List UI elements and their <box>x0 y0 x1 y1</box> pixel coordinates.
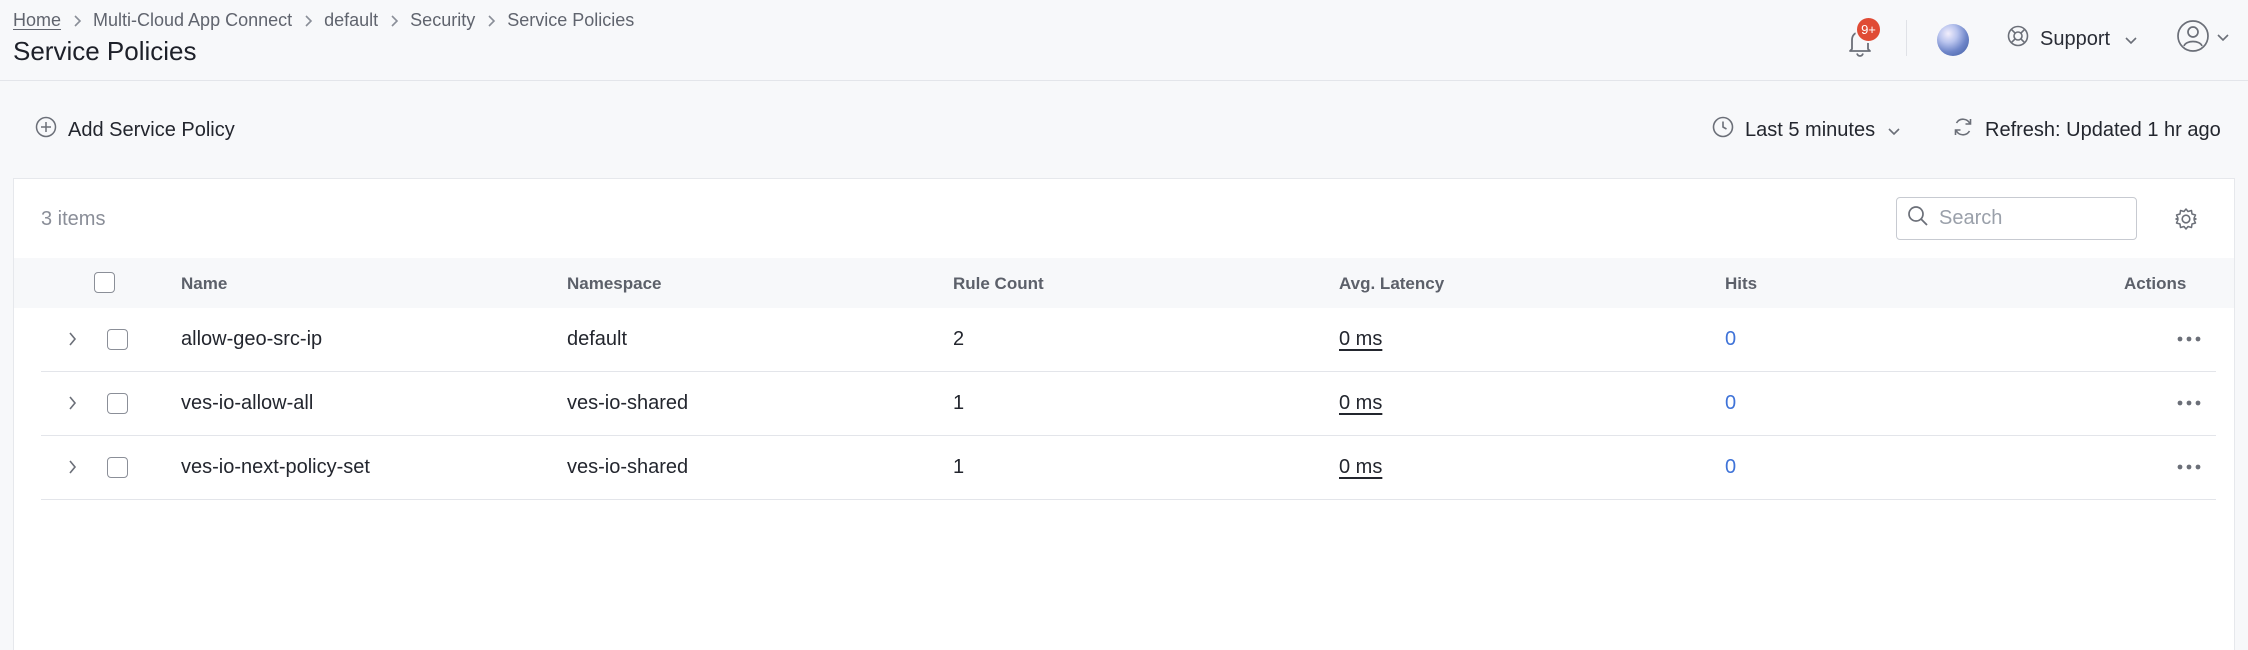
table-row[interactable]: allow-geo-src-ip default 2 0 ms 0 <box>41 308 2216 372</box>
policy-rule-count: 2 <box>953 328 965 350</box>
column-header-rule-count[interactable]: Rule Count <box>953 274 1044 294</box>
policy-rule-count: 1 <box>953 392 965 414</box>
page-title: Service Policies <box>13 36 197 66</box>
select-all-checkbox[interactable] <box>94 272 115 293</box>
lifebuoy-icon <box>2006 24 2030 54</box>
breadcrumb-security[interactable]: Security <box>410 10 475 31</box>
breadcrumb-home[interactable]: Home <box>13 10 61 31</box>
column-header-actions: Actions <box>2124 274 2187 293</box>
row-checkbox[interactable] <box>107 393 128 414</box>
column-header-name[interactable]: Name <box>181 274 227 294</box>
chevron-right-icon[interactable] <box>62 392 84 414</box>
policy-avg-latency[interactable]: 0 ms <box>1339 456 1382 479</box>
search-icon <box>1907 205 1929 232</box>
time-range-label: Last 5 minutes <box>1745 118 1876 141</box>
refresh-icon <box>1951 115 1975 145</box>
plus-circle-icon <box>34 115 58 145</box>
more-actions-icon[interactable] <box>2174 392 2204 414</box>
add-service-policy-label: Add Service Policy <box>68 118 235 141</box>
breadcrumb-namespace[interactable]: default <box>324 10 378 31</box>
policy-namespace: default <box>567 328 628 350</box>
search-input[interactable] <box>1939 207 2119 230</box>
more-actions-icon[interactable] <box>2174 328 2204 350</box>
chevron-right-icon <box>378 14 410 28</box>
table-header: Name Namespace Rule Count Avg. Latency H… <box>14 258 2234 308</box>
service-policies-panel: 3 items Name Namespace Rule Count Avg. L… <box>13 178 2235 650</box>
refresh-label: Refresh: Updated 1 hr ago <box>1985 118 2221 141</box>
policy-hits[interactable]: 0 <box>1725 456 1736 479</box>
search-box[interactable] <box>1896 197 2137 240</box>
policy-avg-latency[interactable]: 0 ms <box>1339 392 1382 415</box>
row-checkbox[interactable] <box>107 329 128 350</box>
chevron-down-icon <box>2216 29 2230 47</box>
column-header-namespace[interactable]: Namespace <box>567 274 662 294</box>
table-row[interactable]: ves-io-next-policy-set ves-io-shared 1 0… <box>41 436 2216 500</box>
policy-hits[interactable]: 0 <box>1725 328 1736 351</box>
chevron-right-icon[interactable] <box>62 328 84 350</box>
policy-namespace: ves-io-shared <box>567 392 689 414</box>
support-menu[interactable]: Support <box>2006 22 2138 56</box>
row-checkbox[interactable] <box>107 457 128 478</box>
breadcrumb: Home Multi-Cloud App Connect default Sec… <box>13 10 634 31</box>
chevron-right-icon <box>475 14 507 28</box>
policy-namespace: ves-io-shared <box>567 456 689 478</box>
column-header-avg-latency[interactable]: Avg. Latency <box>1339 274 1444 294</box>
policy-rule-count: 1 <box>953 456 965 478</box>
refresh-button[interactable]: Refresh: Updated 1 hr ago <box>1951 114 2221 146</box>
column-header-hits[interactable]: Hits <box>1725 274 1757 294</box>
chevron-right-icon[interactable] <box>62 456 84 478</box>
policy-name[interactable]: ves-io-allow-all <box>181 392 313 415</box>
toolbar: Add Service Policy Last 5 minutes Refres… <box>0 82 2248 178</box>
breadcrumb-current: Service Policies <box>507 10 635 30</box>
policy-name[interactable]: ves-io-next-policy-set <box>181 456 370 479</box>
chevron-down-icon <box>2124 28 2138 51</box>
notification-badge: 9+ <box>1855 16 1882 43</box>
more-actions-icon[interactable] <box>2174 456 2204 478</box>
policy-name[interactable]: allow-geo-src-ip <box>181 328 322 351</box>
policy-hits[interactable]: 0 <box>1725 392 1736 415</box>
support-label: Support <box>2040 27 2111 50</box>
add-service-policy-button[interactable]: Add Service Policy <box>34 114 235 146</box>
breadcrumb-app[interactable]: Multi-Cloud App Connect <box>93 10 292 31</box>
chevron-right-icon <box>292 14 324 28</box>
app-orb-icon[interactable] <box>1937 24 1969 56</box>
user-avatar-icon <box>2176 19 2210 58</box>
items-count: 3 items <box>41 208 106 230</box>
header-divider <box>1906 20 1907 56</box>
user-menu[interactable] <box>2176 19 2230 58</box>
time-range-dropdown[interactable]: Last 5 minutes <box>1711 114 1901 146</box>
policy-avg-latency[interactable]: 0 ms <box>1339 328 1382 351</box>
chevron-down-icon <box>1887 119 1901 142</box>
table-row[interactable]: ves-io-allow-all ves-io-shared 1 0 ms 0 <box>41 372 2216 436</box>
chevron-right-icon <box>61 14 93 28</box>
gear-icon[interactable] <box>2172 205 2200 233</box>
top-header: Home Multi-Cloud App Connect default Sec… <box>0 0 2248 81</box>
clock-icon <box>1711 115 1735 145</box>
